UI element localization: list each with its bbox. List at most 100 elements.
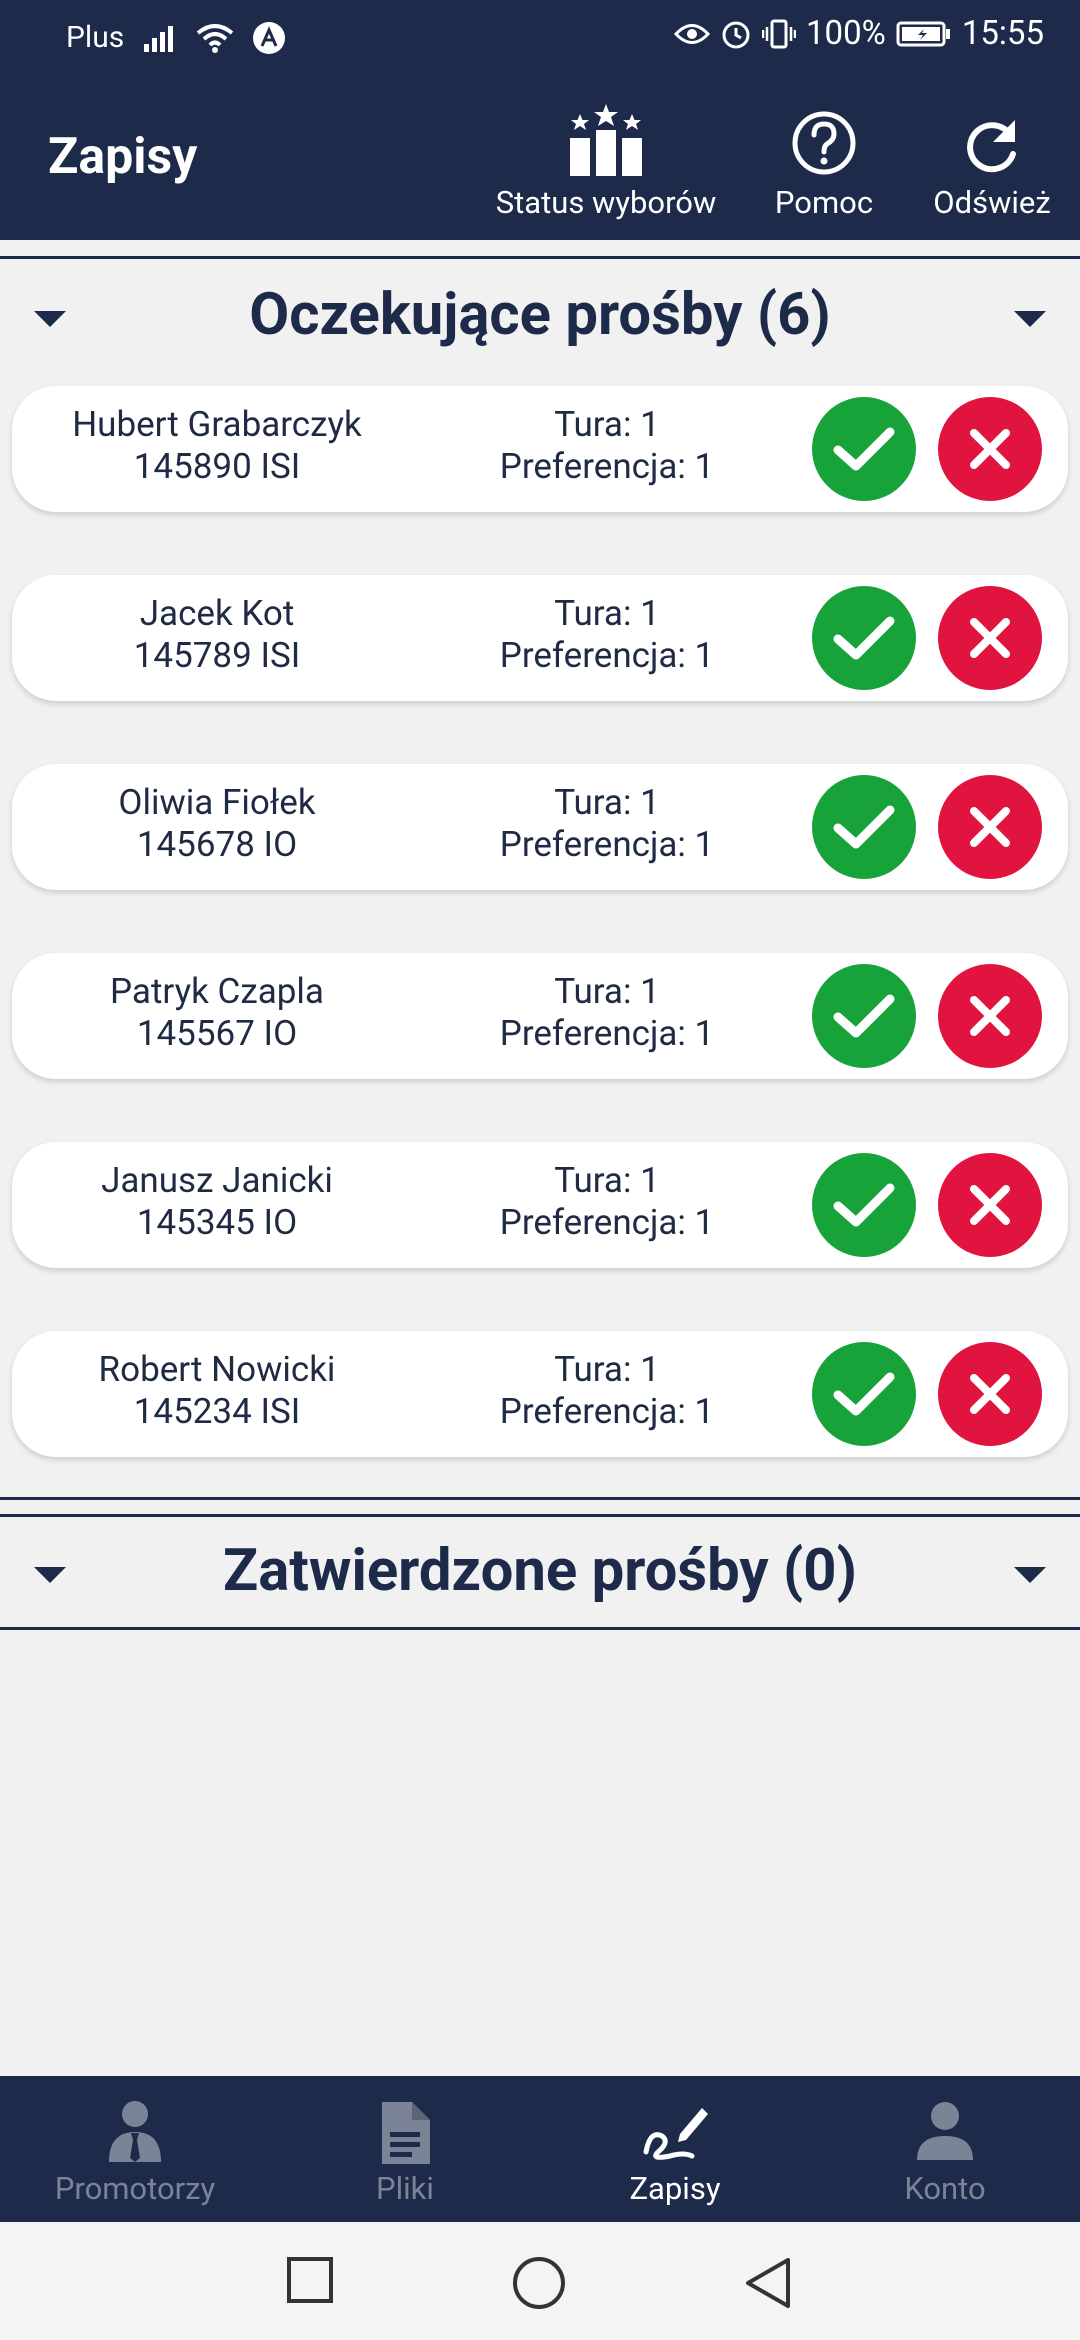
close-icon — [970, 1374, 1010, 1414]
page-title: Zapisy — [48, 128, 198, 186]
clock-time: 15:55 — [961, 14, 1044, 53]
pending-requests-title: Oczekujące prośby (6) — [249, 281, 831, 349]
check-icon — [833, 1183, 895, 1227]
preference-label: Preferencja: 1 — [499, 1013, 715, 1054]
accept-button[interactable] — [812, 964, 916, 1068]
approved-requests-title: Zatwierdzone prośby (0) — [223, 1537, 857, 1605]
student-id: 145789 ISI — [133, 635, 301, 676]
nav-label-zapisy: Zapisy — [629, 2170, 721, 2207]
preference-label: Preferencja: 1 — [499, 446, 715, 487]
document-icon — [382, 2102, 430, 2164]
student-id: 145567 IO — [136, 1013, 298, 1054]
nav-tab-promotorzy[interactable]: Promotorzy — [0, 2076, 270, 2222]
nav-label-pliki: Pliki — [376, 2170, 434, 2207]
home-button[interactable] — [512, 2256, 566, 2314]
election-status-label: Status wyborów — [495, 184, 717, 221]
eye-icon — [674, 21, 710, 47]
system-navigation-bar — [0, 2222, 1080, 2340]
reject-button[interactable] — [938, 964, 1042, 1068]
refresh-label: Odśwież — [933, 184, 1051, 221]
preference-label: Preferencja: 1 — [499, 1202, 715, 1243]
preference-label: Preferencja: 1 — [499, 635, 715, 676]
back-button[interactable] — [744, 2256, 792, 2314]
student-name: Patryk Czapla — [110, 971, 324, 1012]
check-icon — [833, 1372, 895, 1416]
reject-button[interactable] — [938, 397, 1042, 501]
collapse-right-caret-icon — [1014, 1567, 1046, 1583]
reject-button[interactable] — [938, 586, 1042, 690]
close-icon — [970, 618, 1010, 658]
reject-button[interactable] — [938, 775, 1042, 879]
check-icon — [833, 427, 895, 471]
vibrate-icon — [762, 19, 796, 49]
student-name: Hubert Grabarczyk — [72, 404, 362, 445]
reject-button[interactable] — [938, 1342, 1042, 1446]
round-label: Tura: 1 — [554, 404, 660, 445]
student-name: Robert Nowicki — [98, 1349, 336, 1390]
help-circle-icon — [792, 111, 856, 175]
nav-tab-zapisy[interactable]: Zapisy — [540, 2076, 810, 2222]
wifi-icon — [196, 23, 234, 53]
request-card: Hubert Grabarczyk 145890 ISI Tura: 1 Prefe… — [12, 386, 1068, 512]
preference-label: Preferencja: 1 — [499, 824, 715, 865]
app-bar: Plus 100% 15:55 Zapisy Status wyborów Po… — [0, 0, 1080, 240]
circle-icon — [513, 2257, 565, 2309]
round-label: Tura: 1 — [554, 1349, 660, 1390]
carrier-label: Plus — [66, 20, 125, 55]
close-icon — [970, 429, 1010, 469]
accept-button[interactable] — [812, 775, 916, 879]
request-card: Robert Nowicki 145234 ISI Tura: 1 Preferen… — [12, 1331, 1068, 1457]
student-id: 145345 IO — [136, 1202, 298, 1243]
student-id: 145678 IO — [136, 824, 298, 865]
stars-podium-icon — [570, 104, 642, 176]
check-icon — [833, 616, 895, 660]
triangle-back-icon — [746, 2258, 790, 2308]
request-card: Jacek Kot 145789 ISI Tura: 1 Preferencja: … — [12, 575, 1068, 701]
request-card: Oliwia Fiołek 145678 IO Tura: 1 Preferencj… — [12, 764, 1068, 890]
student-name: Janusz Janicki — [101, 1160, 333, 1201]
student-name: Jacek Kot — [139, 593, 295, 634]
recent-apps-button[interactable] — [286, 2256, 334, 2308]
signature-pen-icon — [643, 2108, 708, 2160]
student-id: 145890 ISI — [133, 446, 301, 487]
student-name: Oliwia Fiołek — [118, 782, 316, 823]
refresh-button[interactable]: Odśwież — [930, 100, 1054, 221]
check-icon — [833, 805, 895, 849]
reject-button[interactable] — [938, 1153, 1042, 1257]
accept-button[interactable] — [812, 586, 916, 690]
help-button[interactable]: Pomoc — [770, 100, 878, 221]
request-card: Janusz Janicki 145345 IO Tura: 1 Preferenc… — [12, 1142, 1068, 1268]
accept-button[interactable] — [812, 1153, 916, 1257]
close-icon — [970, 807, 1010, 847]
round-label: Tura: 1 — [554, 593, 660, 634]
election-status-button[interactable]: Status wyborów — [494, 100, 718, 221]
nav-tab-konto[interactable]: Konto — [810, 2076, 1080, 2222]
battery-icon — [896, 20, 952, 48]
round-label: Tura: 1 — [554, 971, 660, 1012]
app-notification-icon — [252, 21, 286, 55]
accept-button[interactable] — [812, 1342, 916, 1446]
collapse-right-caret-icon — [1014, 311, 1046, 327]
round-label: Tura: 1 — [554, 782, 660, 823]
approved-requests-header[interactable]: Zatwierdzone prośby (0) — [0, 1514, 1080, 1630]
nav-label-konto: Konto — [904, 2170, 986, 2207]
round-label: Tura: 1 — [554, 1160, 660, 1201]
close-icon — [970, 1185, 1010, 1225]
nav-tab-pliki[interactable]: Pliki — [270, 2076, 540, 2222]
accept-button[interactable] — [812, 397, 916, 501]
pending-requests-header[interactable]: Oczekujące prośby (6) — [0, 256, 1080, 369]
close-icon — [970, 996, 1010, 1036]
student-id: 145234 ISI — [133, 1391, 301, 1432]
help-label: Pomoc — [774, 184, 874, 221]
square-icon — [287, 2257, 333, 2303]
signal-icon — [142, 24, 178, 52]
preference-label: Preferencja: 1 — [499, 1391, 715, 1432]
bottom-navigation: Promotorzy Pliki Zapisy Konto — [0, 2076, 1080, 2222]
status-bar: Plus 100% 15:55 — [0, 0, 1080, 76]
alarm-icon — [720, 18, 752, 50]
request-card: Patryk Czapla 145567 IO Tura: 1 Preferencj… — [12, 953, 1068, 1079]
refresh-icon — [967, 120, 1016, 173]
nav-label-promotorzy: Promotorzy — [54, 2170, 216, 2207]
supervisor-person-icon — [109, 2101, 161, 2162]
account-icon — [917, 2102, 973, 2160]
